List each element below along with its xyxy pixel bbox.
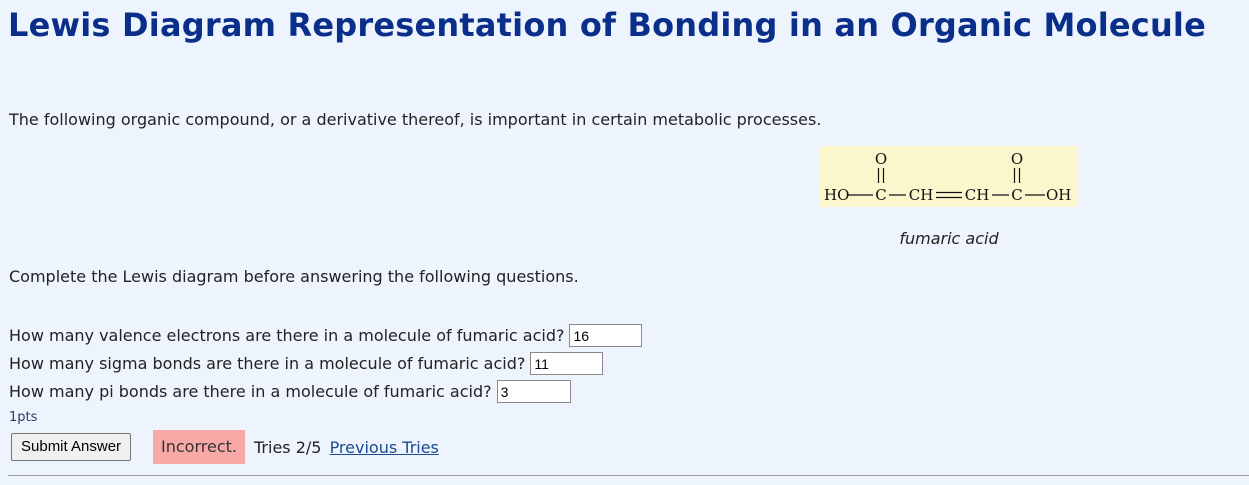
question-valence-electrons: How many valence electrons are there in …	[9, 324, 643, 347]
atom-ch-left: CH	[909, 186, 934, 204]
atom-c-left: C	[875, 186, 886, 204]
question-sigma-bonds: How many sigma bonds are there in a mole…	[9, 352, 604, 375]
instruction-text: Complete the Lewis diagram before answer…	[9, 267, 579, 286]
tries-info: Tries 2/5 Previous Tries	[254, 438, 439, 457]
status-badge: Incorrect.	[153, 430, 245, 464]
atom-oh: OH	[1046, 186, 1071, 204]
intro-text: The following organic compound, or a der…	[9, 110, 822, 129]
question-label: How many valence electrons are there in …	[9, 326, 565, 345]
question-pi-bonds: How many pi bonds are there in a molecul…	[9, 380, 571, 403]
structure-figure: O O HO C CH CH C OH	[820, 146, 1078, 207]
previous-tries-link[interactable]: Previous Tries	[330, 438, 439, 457]
submit-answer-button[interactable]: Submit Answer	[11, 433, 132, 461]
oxygen-label-left: O	[875, 150, 887, 168]
atom-ch-right: CH	[965, 186, 990, 204]
atom-c-right: C	[1011, 186, 1022, 204]
pi-bonds-input[interactable]	[496, 380, 571, 403]
sigma-bonds-input[interactable]	[530, 352, 604, 375]
figure-caption: fumaric acid	[899, 229, 999, 248]
page-title: Lewis Diagram Representation of Bonding …	[8, 6, 1207, 44]
divider	[8, 475, 1249, 476]
question-label: How many pi bonds are there in a molecul…	[9, 382, 492, 401]
fumaric-acid-structure: O O HO C CH CH C OH	[824, 150, 1071, 204]
oxygen-label-right: O	[1011, 150, 1023, 168]
tries-count: Tries 2/5	[254, 438, 322, 457]
points-label: 1pts	[9, 410, 38, 425]
atom-ho: HO	[824, 186, 849, 204]
question-label: How many sigma bonds are there in a mole…	[9, 354, 526, 373]
valence-electrons-input[interactable]	[569, 324, 643, 347]
